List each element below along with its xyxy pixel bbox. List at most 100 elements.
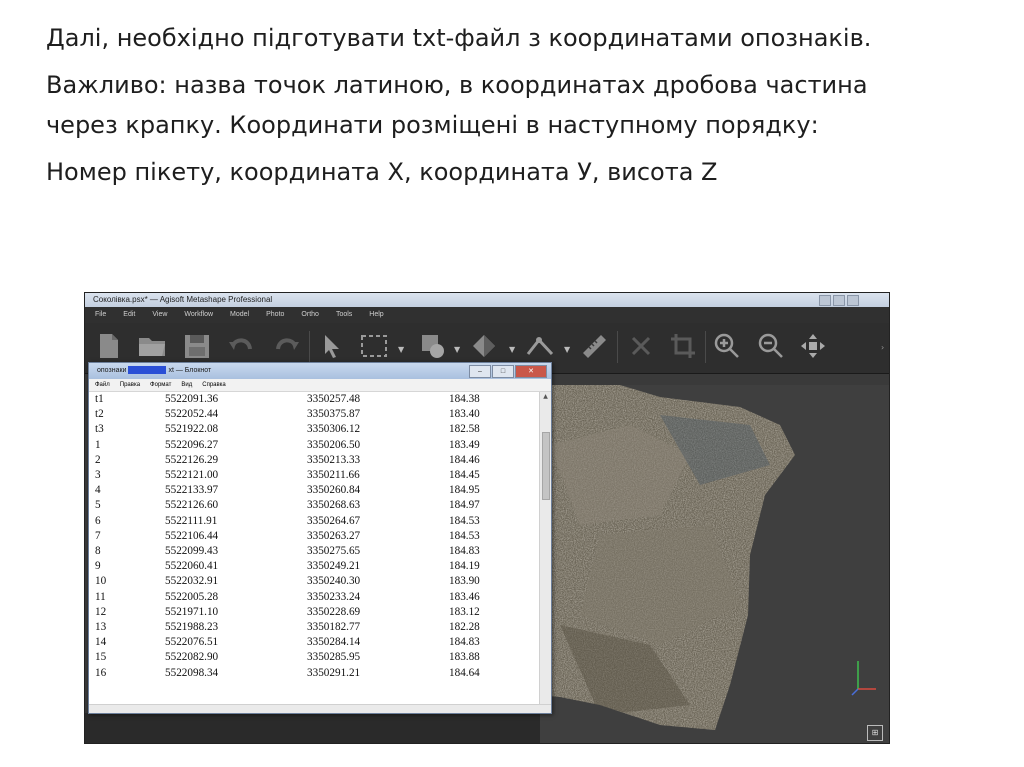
shape-icon[interactable]: [469, 332, 497, 360]
open-folder-icon[interactable]: [137, 332, 165, 360]
notepad-minimize-button[interactable]: –: [469, 365, 491, 378]
paint-select-icon[interactable]: [419, 332, 447, 360]
coord-x: 5522126.60: [165, 499, 219, 512]
rectangle-select-dropdown-icon[interactable]: ▼: [398, 345, 404, 354]
toolbar-overflow-icon[interactable]: ›: [881, 343, 887, 352]
menu-help[interactable]: Help: [369, 307, 383, 323]
menu-ortho[interactable]: Ortho: [301, 307, 319, 323]
move-icon[interactable]: [799, 332, 827, 360]
coord-x: 5522060.41: [165, 560, 219, 573]
zoom-in-icon[interactable]: [713, 332, 741, 360]
notepad-window[interactable]: опознаки xt — Блокнот – □ ✕ Файл Правка Ф…: [88, 362, 552, 714]
coord-y: 3350213.33: [307, 453, 361, 466]
coord-y: 3350211.66: [307, 469, 360, 482]
height-z: 184.53: [449, 529, 480, 542]
slide-paragraph-1: Далі, необхідно підготувати txt-файл з к…: [46, 24, 872, 52]
notepad-horizontal-scrollbar[interactable]: [89, 704, 551, 713]
notepad-title-prefix: опознаки: [97, 367, 127, 374]
scroll-thumb[interactable]: [542, 432, 550, 500]
pointer-icon[interactable]: [317, 332, 345, 360]
table-row: 8 5522099.43 3350275.65 184.83: [95, 544, 480, 559]
point-id: 3: [95, 469, 101, 482]
zoom-out-icon[interactable]: [757, 332, 785, 360]
table-row: t1 5522091.36 3350257.48 184.38: [95, 392, 480, 407]
height-z: 184.53: [449, 514, 480, 527]
menu-view[interactable]: View: [152, 307, 167, 323]
notepad-maximize-button[interactable]: □: [492, 365, 514, 378]
view-options-icon[interactable]: ⊞: [867, 725, 883, 741]
coord-x: 5522005.28: [165, 590, 219, 603]
notepad-titlebar: опознаки xt — Блокнот – □ ✕: [89, 363, 551, 379]
coord-y: 3350263.27: [307, 529, 361, 542]
coordinates-table: t1 5522091.36 3350257.48 184.38 t2 5522052.44…: [95, 392, 480, 681]
paint-select-dropdown-icon[interactable]: ▼: [454, 345, 460, 354]
notepad-menu-edit[interactable]: Правка: [120, 379, 140, 391]
crop-icon[interactable]: [669, 332, 697, 360]
coord-y: 3350291.21: [307, 666, 361, 679]
table-row: 4 5522133.97 3350260.84 184.95: [95, 483, 480, 498]
model-viewport[interactable]: ⊞: [540, 385, 889, 743]
notepad-window-controls: – □ ✕: [469, 365, 547, 378]
window-controls: [819, 295, 859, 306]
coord-y: 3350182.77: [307, 621, 361, 634]
menu-edit[interactable]: Edit: [123, 307, 135, 323]
slide-paragraph-2: Важливо: назва точок латиною, в координа…: [46, 71, 868, 139]
coord-x: 5522111.91: [165, 514, 218, 527]
scroll-up-arrow-icon[interactable]: ▲: [540, 392, 551, 402]
notepad-close-button[interactable]: ✕: [515, 365, 547, 378]
undo-icon[interactable]: [227, 332, 255, 360]
point-id: 11: [95, 590, 106, 603]
coord-x: 5522106.44: [165, 529, 219, 542]
redo-icon[interactable]: [273, 332, 301, 360]
menu-tools[interactable]: Tools: [336, 307, 352, 323]
table-row: 1 5522096.27 3350206.50 183.49: [95, 438, 480, 453]
notepad-text-area[interactable]: t1 5522091.36 3350257.48 184.38 t2 5522052.44…: [89, 392, 540, 705]
rectangle-select-icon[interactable]: [359, 332, 387, 360]
notepad-menu-file[interactable]: Файл: [95, 379, 110, 391]
axis-gizmo-icon: [851, 661, 876, 696]
point-id: t2: [95, 408, 104, 421]
measure-icon[interactable]: [525, 332, 554, 360]
ruler-icon[interactable]: [580, 332, 608, 360]
point-id: 15: [95, 651, 107, 664]
coord-x: 5522032.91: [165, 575, 219, 588]
coord-y: 3350249.21: [307, 560, 361, 573]
menu-file[interactable]: File: [95, 307, 106, 323]
coord-x: 5522121.00: [165, 469, 219, 482]
height-z: 182.28: [449, 621, 480, 634]
shape-dropdown-icon[interactable]: ▼: [509, 345, 515, 354]
measure-dropdown-icon[interactable]: ▼: [564, 345, 570, 354]
delete-icon[interactable]: [627, 332, 655, 360]
point-id: t1: [95, 393, 104, 405]
coord-y: 3350275.65: [307, 545, 361, 558]
menu-photo[interactable]: Photo: [266, 307, 284, 323]
table-row: 9 5522060.41 3350249.21 184.19: [95, 559, 480, 574]
table-row: 3 5522121.00 3350211.66 184.45: [95, 468, 480, 483]
coord-x: 5522133.97: [165, 484, 219, 497]
menu-workflow[interactable]: Workflow: [184, 307, 213, 323]
save-icon[interactable]: [183, 332, 211, 360]
height-z: 183.12: [449, 605, 480, 618]
point-id: 14: [95, 636, 107, 649]
maximize-button[interactable]: [833, 295, 845, 306]
point-id: 16: [95, 666, 107, 679]
coord-y: 3350260.84: [307, 484, 361, 497]
table-row: t3 5521922.08 3350306.12 182.58: [95, 422, 480, 437]
point-cloud-image: [540, 385, 795, 730]
point-id: 12: [95, 605, 107, 618]
coord-y: 3350306.12: [307, 423, 361, 436]
slide-text: Далі, необхідно підготувати txt-файл з к…: [46, 18, 946, 199]
minimize-button[interactable]: [819, 295, 831, 306]
notepad-vertical-scrollbar[interactable]: ▲: [539, 392, 551, 705]
menu-model[interactable]: Model: [230, 307, 249, 323]
point-id: 2: [95, 453, 101, 466]
notepad-menu-help[interactable]: Справка: [202, 379, 226, 391]
close-button[interactable]: [847, 295, 859, 306]
new-document-icon[interactable]: [95, 332, 123, 360]
notepad-menu-format[interactable]: Формат: [150, 379, 171, 391]
notepad-menu-view[interactable]: Вид: [181, 379, 192, 391]
coord-x: 5522099.43: [165, 545, 219, 558]
point-id: 6: [95, 514, 101, 527]
height-z: 183.49: [449, 438, 480, 451]
coord-y: 3350375.87: [307, 408, 361, 421]
